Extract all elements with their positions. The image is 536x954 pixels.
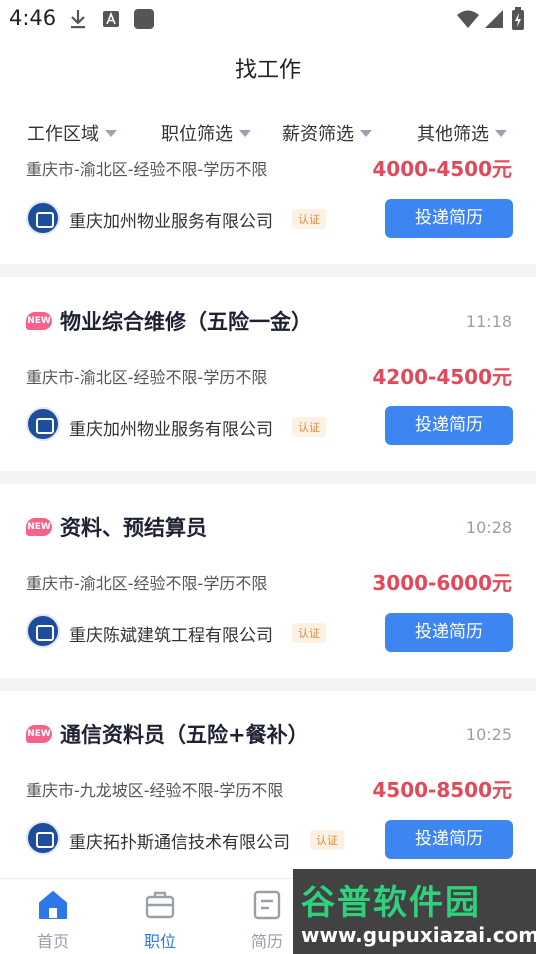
job-salary: 4000-4500元 xyxy=(372,160,512,181)
company-name: 重庆拓扑斯通信技术有限公司 xyxy=(69,833,290,853)
watermark-title: 谷普软件园 xyxy=(301,883,481,923)
watermark: 谷普软件园 www.gupuxiazai.com xyxy=(293,869,536,954)
signal-icon xyxy=(485,10,503,28)
company-name: 重庆加州物业服务有限公司 xyxy=(69,420,273,440)
new-badge: NEW xyxy=(26,312,52,330)
tab-label: 首页 xyxy=(36,932,69,951)
document-icon xyxy=(253,890,281,920)
title-bar: 找工作 xyxy=(0,38,536,100)
job-time: 10:25 xyxy=(465,725,512,744)
job-card[interactable]: NEW 资料、预结算员 10:28 重庆市-渝北区-经验不限-学历不限 3000… xyxy=(0,484,536,678)
company-logo xyxy=(26,614,60,648)
job-card[interactable]: NEW 物业综合维修（五险一金） 11:18 重庆市-渝北区-经验不限-学历不限… xyxy=(0,277,536,471)
status-time: 4:46 xyxy=(9,6,57,30)
status-bar: 4:46 xyxy=(0,0,536,38)
apply-resume-button[interactable]: 投递简历 xyxy=(385,613,513,652)
job-title: 通信资料员（五险+餐补） xyxy=(60,723,309,747)
apply-resume-button[interactable]: 投递简历 xyxy=(385,199,513,238)
dropdown-arrow-icon xyxy=(239,129,251,137)
filter-label: 职位筛选 xyxy=(161,124,233,145)
dropdown-arrow-icon xyxy=(105,129,117,137)
job-salary: 4500-8500元 xyxy=(372,778,512,802)
filter-label: 薪资筛选 xyxy=(282,124,354,145)
wifi-icon xyxy=(457,10,479,28)
filter-label: 工作区域 xyxy=(27,124,99,145)
tab-label: 职位 xyxy=(143,932,176,951)
certified-badge: 认证 xyxy=(292,209,326,229)
job-card[interactable]: 重庆市-渝北区-经验不限-学历不限 4000-4500元 重庆加州物业服务有限公… xyxy=(0,160,536,264)
job-time: 11:18 xyxy=(465,312,512,331)
job-title: 资料、预结算员 xyxy=(60,516,207,540)
job-location-info: 重庆市-九龙坡区-经验不限-学历不限 xyxy=(26,781,284,800)
job-location-info: 重庆市-渝北区-经验不限-学历不限 xyxy=(26,160,268,179)
home-icon xyxy=(39,891,67,919)
certified-badge: 认证 xyxy=(292,623,326,643)
company-logo xyxy=(26,821,60,855)
certified-badge: 认证 xyxy=(292,417,326,437)
dropdown-arrow-icon xyxy=(495,129,507,137)
app-a-icon xyxy=(103,11,119,27)
job-salary: 4200-4500元 xyxy=(372,365,512,389)
filter-area[interactable]: 工作区域 xyxy=(27,120,117,146)
job-location-info: 重庆市-渝北区-经验不限-学历不限 xyxy=(26,574,268,593)
page-title: 找工作 xyxy=(234,58,301,83)
company-name: 重庆陈斌建筑工程有限公司 xyxy=(69,626,273,646)
app-square-icon xyxy=(134,9,154,29)
watermark-url: www.gupuxiazai.com xyxy=(301,923,536,947)
filter-salary[interactable]: 薪资筛选 xyxy=(282,120,372,146)
filter-label: 其他筛选 xyxy=(417,124,489,145)
filter-position[interactable]: 职位筛选 xyxy=(161,120,251,146)
tab-home[interactable]: 首页 xyxy=(0,879,106,954)
apply-resume-button[interactable]: 投递简历 xyxy=(385,406,513,445)
job-title: 物业综合维修（五险一金） xyxy=(60,310,312,334)
company-name: 重庆加州物业服务有限公司 xyxy=(69,212,273,232)
filter-bar: 工作区域 职位筛选 薪资筛选 其他筛选 xyxy=(0,100,536,160)
company-logo xyxy=(26,201,60,235)
job-location-info: 重庆市-渝北区-经验不限-学历不限 xyxy=(26,368,268,387)
job-card[interactable]: NEW 通信资料员（五险+餐补） 10:25 重庆市-九龙坡区-经验不限-学历不… xyxy=(0,691,536,878)
briefcase-icon xyxy=(145,891,175,919)
battery-icon xyxy=(512,7,524,30)
certified-badge: 认证 xyxy=(310,830,344,850)
filter-other[interactable]: 其他筛选 xyxy=(417,120,507,146)
new-badge: NEW xyxy=(26,725,52,743)
company-logo xyxy=(26,407,60,441)
job-list[interactable]: 重庆市-渝北区-经验不限-学历不限 4000-4500元 重庆加州物业服务有限公… xyxy=(0,160,536,878)
dropdown-arrow-icon xyxy=(360,129,372,137)
new-badge: NEW xyxy=(26,518,52,536)
job-time: 10:28 xyxy=(465,518,512,537)
download-icon xyxy=(71,10,85,29)
job-salary: 3000-6000元 xyxy=(372,571,512,595)
tab-jobs[interactable]: 职位 xyxy=(107,879,213,954)
apply-resume-button[interactable]: 投递简历 xyxy=(385,820,513,859)
